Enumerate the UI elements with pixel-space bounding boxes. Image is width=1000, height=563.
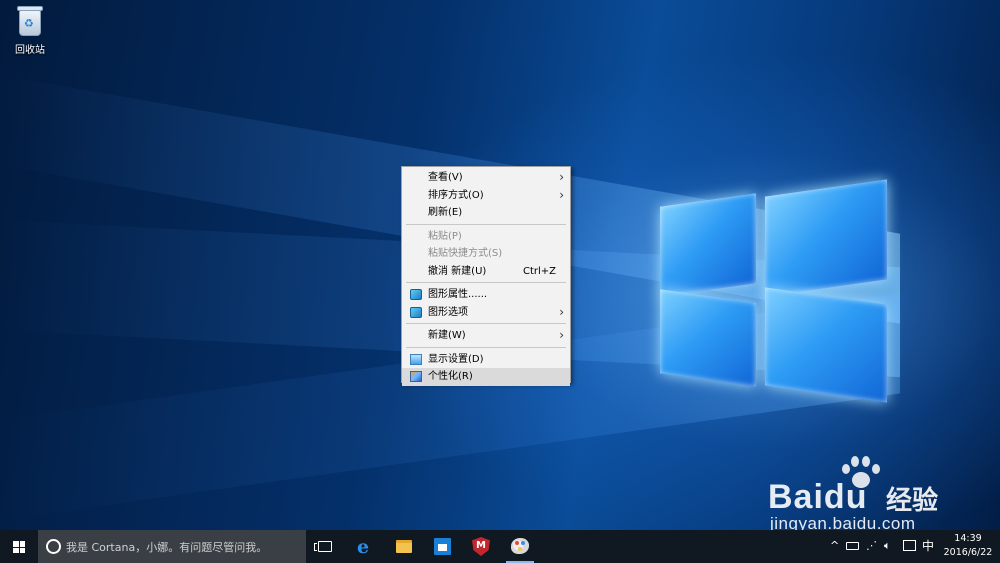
chevron-right-icon: › — [559, 304, 564, 319]
task-view-button[interactable] — [307, 530, 343, 563]
menu-item-paste[interactable]: 粘贴(P) — [402, 228, 570, 246]
store-icon — [434, 538, 451, 555]
edge-icon: e — [357, 536, 370, 558]
menu-item-label: 显示设置(D) — [428, 353, 484, 365]
mcafee-icon — [472, 537, 490, 556]
logo-pane — [660, 289, 756, 387]
menu-item-label: 排序方式(O) — [428, 189, 484, 201]
taskbar-edge[interactable]: e — [346, 530, 382, 563]
menu-item-label: 新建(W) — [428, 330, 466, 341]
taskbar-paint[interactable] — [502, 530, 538, 563]
paint-icon — [511, 538, 529, 554]
menu-item-graphics-properties[interactable]: 图形属性...... — [402, 286, 570, 304]
taskbar-file-explorer[interactable] — [385, 530, 421, 563]
chevron-right-icon: › — [559, 328, 564, 342]
logo-pane — [765, 287, 887, 403]
cortana-icon — [46, 539, 61, 554]
desktop-context-menu: 查看(V) › 排序方式(O) › 刷新(E) 粘贴(P) 粘贴快捷方式(S) … — [401, 166, 571, 386]
menu-item-undo-new[interactable]: 撤消 新建(U) Ctrl+Z — [402, 263, 570, 281]
menu-item-shortcut: Ctrl+Z — [522, 265, 556, 277]
task-view-icon — [314, 541, 332, 552]
menu-item-label: 粘贴(P) — [428, 230, 462, 242]
menu-item-refresh[interactable]: 刷新(E) — [402, 204, 570, 222]
menu-item-label: 个性化(R) — [428, 371, 473, 382]
baidu-jingyan-watermark: Baidu 经验 jingyan.baidu.com — [768, 456, 998, 533]
graphics-icon — [410, 306, 422, 318]
clock-date: 2016/6/22 — [943, 547, 993, 558]
menu-separator — [406, 223, 566, 225]
menu-item-view[interactable]: 查看(V) › — [402, 169, 570, 187]
network-icon[interactable]: ⋰ — [866, 538, 877, 554]
logo-pane — [660, 193, 756, 297]
menu-item-paste-shortcut[interactable]: 粘贴快捷方式(S) — [402, 245, 570, 263]
search-placeholder: 我是 Cortana，小娜。有问题尽管问我。 — [66, 541, 268, 554]
menu-separator — [406, 346, 566, 348]
display-icon — [410, 353, 422, 365]
recycle-bin-icon: ♻ — [16, 5, 44, 37]
wallpaper-windows-logo — [655, 178, 890, 408]
logo-pane — [765, 179, 887, 297]
volume-icon[interactable]: 🔈︎ — [884, 538, 891, 554]
taskbar-clock[interactable]: 14:39 2016/6/22 — [940, 532, 996, 560]
graphics-icon — [410, 289, 422, 300]
menu-separator — [406, 323, 566, 324]
baidu-logo-text: Baidu — [768, 478, 868, 516]
menu-item-personalize[interactable]: 个性化(R) — [402, 368, 570, 386]
menu-item-label: 查看(V) — [428, 172, 463, 183]
menu-item-label: 图形选项 — [428, 306, 468, 318]
cortana-search-box[interactable]: 我是 Cortana，小娜。有问题尽管问我。 — [38, 530, 306, 563]
ime-indicator[interactable]: 中 — [922, 538, 934, 554]
show-hidden-icons-button[interactable]: ^ — [830, 538, 839, 554]
battery-icon[interactable] — [846, 542, 859, 550]
chevron-right-icon: › — [559, 170, 564, 184]
windows-icon — [13, 541, 25, 553]
desktop-icon-label: 回收站 — [15, 45, 45, 56]
clock-time: 14:39 — [954, 533, 982, 544]
menu-item-display-settings[interactable]: 显示设置(D) — [402, 351, 570, 369]
action-center-icon[interactable] — [903, 540, 916, 551]
menu-item-sort-by[interactable]: 排序方式(O) › — [402, 187, 570, 205]
chevron-right-icon: › — [559, 187, 564, 202]
menu-item-label: 刷新(E) — [428, 207, 463, 218]
taskbar-mcafee[interactable] — [463, 530, 499, 563]
menu-item-new[interactable]: 新建(W) › — [402, 327, 570, 345]
start-button[interactable] — [0, 530, 38, 563]
menu-item-label: 撤消 新建(U) — [428, 265, 487, 277]
menu-separator — [406, 282, 566, 283]
jingyan-logo-text: 经验 — [886, 486, 939, 516]
file-explorer-icon — [396, 540, 412, 553]
taskbar-store[interactable] — [424, 530, 460, 563]
personalize-icon — [410, 371, 422, 382]
menu-item-graphics-options[interactable]: 图形选项 › — [402, 304, 570, 322]
taskbar: 我是 Cortana，小娜。有问题尽管问我。 e ^ ⋰ 🔈︎ 中 14:39 … — [0, 530, 1000, 563]
desktop-icon-recycle-bin[interactable]: ♻ 回收站 — [8, 5, 52, 56]
menu-item-label: 粘贴快捷方式(S) — [428, 248, 503, 259]
menu-item-label: 图形属性...... — [428, 289, 488, 300]
